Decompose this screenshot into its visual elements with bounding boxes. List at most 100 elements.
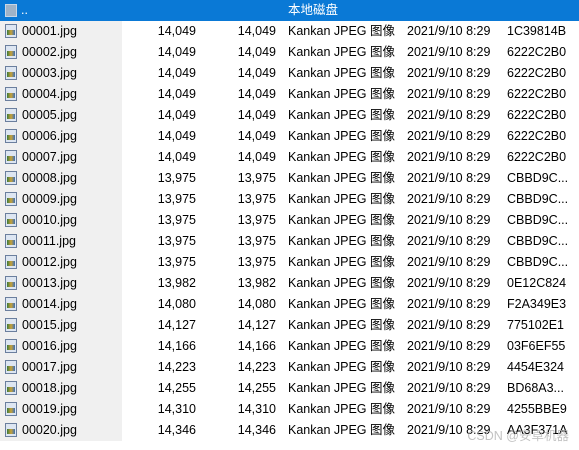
file-row[interactable]: 00013.jpg 13,982 13,982 Kankan JPEG 图像 2021/… <box>0 273 579 294</box>
file-row[interactable]: 00003.jpg 14,049 14,049 Kankan JPEG 图像 2021/… <box>0 63 579 84</box>
jpeg-file-icon <box>5 213 17 227</box>
file-row[interactable]: 00009.jpg 13,975 13,975 Kankan JPEG 图像 2021/… <box>0 189 579 210</box>
file-packed-size: 14,223 <box>237 360 276 374</box>
file-packed-size: 14,166 <box>237 339 276 353</box>
file-name: 00009.jpg <box>22 192 77 206</box>
file-packed-size: 14,127 <box>237 318 276 332</box>
file-modified: 2021/9/10 8:29 <box>407 45 491 59</box>
file-row[interactable]: 00019.jpg 14,310 14,310 Kankan JPEG 图像 2021/… <box>0 399 579 420</box>
file-name-cell: 00018.jpg <box>5 378 123 399</box>
file-type: Kankan JPEG 图像 <box>288 66 395 80</box>
file-type: Kankan JPEG 图像 <box>288 150 395 164</box>
file-name-cell: 00017.jpg <box>5 357 123 378</box>
file-crc: CBBD9C... <box>507 234 569 248</box>
file-modified: 2021/9/10 8:29 <box>407 87 491 101</box>
file-name-cell: 00011.jpg <box>5 231 123 252</box>
file-packed-size: 14,080 <box>237 297 276 311</box>
file-packed-size: 13,975 <box>237 234 276 248</box>
file-type: Kankan JPEG 图像 <box>288 297 395 311</box>
file-size: 14,049 <box>157 24 196 38</box>
file-row[interactable]: 00012.jpg 13,975 13,975 Kankan JPEG 图像 2021/… <box>0 252 579 273</box>
file-crc: 6222C2B0 <box>507 66 567 80</box>
file-row[interactable]: 00002.jpg 14,049 14,049 Kankan JPEG 图像 2021/… <box>0 42 579 63</box>
file-packed-size: 14,346 <box>237 423 276 437</box>
file-row[interactable]: 00008.jpg 13,975 13,975 Kankan JPEG 图像 2021/… <box>0 168 579 189</box>
file-packed-size: 14,049 <box>237 66 276 80</box>
file-size: 14,166 <box>157 339 196 353</box>
file-name-cell: 00010.jpg <box>5 210 123 231</box>
file-packed-size: 14,310 <box>237 402 276 416</box>
file-crc: 6222C2B0 <box>507 129 567 143</box>
file-name-cell: 00005.jpg <box>5 105 123 126</box>
volume-label: 本地磁盘 <box>288 3 339 17</box>
file-name-cell: 00009.jpg <box>5 189 123 210</box>
file-size: 14,049 <box>157 87 196 101</box>
file-size: 14,310 <box>157 402 196 416</box>
file-name: 00016.jpg <box>22 339 77 353</box>
file-type: Kankan JPEG 图像 <box>288 423 395 437</box>
jpeg-file-icon <box>5 66 17 80</box>
file-modified: 2021/9/10 8:29 <box>407 150 491 164</box>
file-size: 14,127 <box>157 318 196 332</box>
file-type: Kankan JPEG 图像 <box>288 108 395 122</box>
file-packed-size: 14,049 <box>237 129 276 143</box>
file-type: Kankan JPEG 图像 <box>288 129 395 143</box>
file-row[interactable]: 00007.jpg 14,049 14,049 Kankan JPEG 图像 2021/… <box>0 147 579 168</box>
jpeg-file-icon <box>5 87 17 101</box>
file-crc: F2A349E3 <box>507 297 567 311</box>
file-type: Kankan JPEG 图像 <box>288 339 395 353</box>
file-row[interactable]: 00018.jpg 14,255 14,255 Kankan JPEG 图像 2021/… <box>0 378 579 399</box>
file-name: 00006.jpg <box>22 129 77 143</box>
file-name: 00019.jpg <box>22 402 77 416</box>
file-name-cell: 00001.jpg <box>5 21 123 42</box>
file-row[interactable]: 00005.jpg 14,049 14,049 Kankan JPEG 图像 2021/… <box>0 105 579 126</box>
file-row[interactable]: 00017.jpg 14,223 14,223 Kankan JPEG 图像 2021/… <box>0 357 579 378</box>
file-row[interactable]: 00004.jpg 14,049 14,049 Kankan JPEG 图像 2021/… <box>0 84 579 105</box>
file-type: Kankan JPEG 图像 <box>288 24 395 38</box>
archive-file-list: .. 本地磁盘 00001.jpg 14,049 14,049 Kankan JPEG… <box>0 0 579 450</box>
file-packed-size: 14,255 <box>237 381 276 395</box>
file-type: Kankan JPEG 图像 <box>288 213 395 227</box>
parent-folder-row[interactable]: .. 本地磁盘 <box>0 0 579 21</box>
file-name-cell: 00015.jpg <box>5 315 123 336</box>
jpeg-file-icon <box>5 339 17 353</box>
file-packed-size: 14,049 <box>237 87 276 101</box>
file-name: 00005.jpg <box>22 108 77 122</box>
jpeg-file-icon <box>5 423 17 437</box>
file-name-cell: 00013.jpg <box>5 273 123 294</box>
file-name-cell: 00014.jpg <box>5 294 123 315</box>
file-row[interactable]: 00010.jpg 13,975 13,975 Kankan JPEG 图像 2021/… <box>0 210 579 231</box>
file-packed-size: 13,982 <box>237 276 276 290</box>
file-name: 00011.jpg <box>22 234 76 248</box>
file-size: 14,049 <box>157 66 196 80</box>
file-size: 14,255 <box>157 381 196 395</box>
file-type: Kankan JPEG 图像 <box>288 234 395 248</box>
file-name: 00018.jpg <box>22 381 77 395</box>
file-crc: CBBD9C... <box>507 255 569 269</box>
file-row[interactable]: 00015.jpg 14,127 14,127 Kankan JPEG 图像 2021/… <box>0 315 579 336</box>
file-row[interactable]: 00014.jpg 14,080 14,080 Kankan JPEG 图像 2021/… <box>0 294 579 315</box>
file-row[interactable]: 00011.jpg 13,975 13,975 Kankan JPEG 图像 2021/… <box>0 231 579 252</box>
file-modified: 2021/9/10 8:29 <box>407 108 491 122</box>
file-modified: 2021/9/10 8:29 <box>407 24 491 38</box>
file-name: 00015.jpg <box>22 318 77 332</box>
file-name: 00003.jpg <box>22 66 77 80</box>
file-row[interactable]: 00016.jpg 14,166 14,166 Kankan JPEG 图像 2021/… <box>0 336 579 357</box>
jpeg-file-icon <box>5 129 17 143</box>
file-type: Kankan JPEG 图像 <box>288 171 395 185</box>
file-row[interactable]: 00006.jpg 14,049 14,049 Kankan JPEG 图像 2021/… <box>0 126 579 147</box>
file-size: 14,049 <box>157 129 196 143</box>
file-row[interactable]: 00001.jpg 14,049 14,049 Kankan JPEG 图像 2021/… <box>0 21 579 42</box>
file-rows: 00001.jpg 14,049 14,049 Kankan JPEG 图像 2021/… <box>0 21 579 441</box>
file-crc: 4255BBE9 <box>507 402 567 416</box>
file-modified: 2021/9/10 8:29 <box>407 213 491 227</box>
file-modified: 2021/9/10 8:29 <box>407 66 491 80</box>
file-crc: 4454E324 <box>507 360 565 374</box>
file-crc: BD68A3... <box>507 381 564 395</box>
file-crc: CBBD9C... <box>507 192 569 206</box>
file-modified: 2021/9/10 8:29 <box>407 297 491 311</box>
jpeg-file-icon <box>5 318 17 332</box>
file-modified: 2021/9/10 8:29 <box>407 192 491 206</box>
file-packed-size: 13,975 <box>237 171 276 185</box>
jpeg-file-icon <box>5 150 17 164</box>
